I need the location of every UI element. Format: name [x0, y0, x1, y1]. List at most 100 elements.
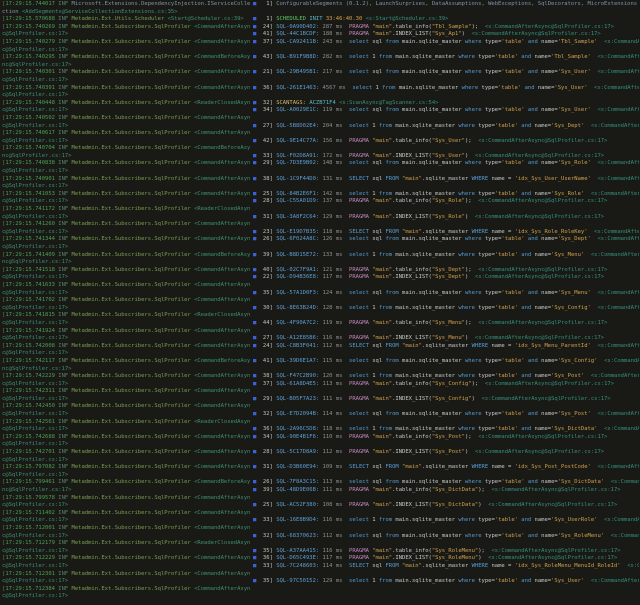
log-line: ■ 29] SQL-7D3E9B02: 148 ms select sql fr…: [253, 160, 639, 168]
log-line: [17:29:15.740279 INF Metadmin.Ext.Subscr…: [2, 39, 252, 54]
log-line: [17:29:15.742688 INF Metadmin.Ext.Subscr…: [2, 434, 252, 449]
log-line: ■ 30] SQL-8E63B24D: 128 ms select 1 from…: [253, 305, 639, 313]
log-line: ■ 28] SQL-C55A01D9: 137 ms PRAGMA "main"…: [253, 198, 639, 206]
log-line: [17:29:15.740901 INF Metadmin.Ext.Subscr…: [2, 176, 252, 191]
log-line: ■ 28] SQL-5C17D8A9: 112 ms PRAGMA "main"…: [253, 449, 639, 457]
log-line: ■ 33] SQL-7C248603: 114 ms SELECT sql FR…: [253, 563, 639, 571]
log-line: [253, 457, 639, 465]
log-line: [17:29:15.742450 INF Metadmin.Ext.Subscr…: [2, 403, 252, 418]
log-line: ■ 32] SCANTAGS: ACZB71F4 <s:ScanAsync@Ta…: [253, 100, 639, 108]
log-line: ■ 25] SQL-84B2E6F1: 142 ms select 1 from…: [253, 191, 639, 199]
log-line: [17:29:15.741344 INF Metadmin.Ext.Subscr…: [2, 236, 252, 251]
log-line: ■ 31] SQL-3A8F2C64: 129 ms PRAGMA "main"…: [253, 214, 639, 222]
log-line: ■ 36] SQL-261E1463: 4567 ms select 1 fro…: [253, 85, 639, 93]
log-line: [17:29:15.742701 INF Metadmin.Ext.Subscr…: [2, 449, 252, 464]
log-line: ■ 31] SQL-D3B60E94: 109 ms SELECT sql FR…: [253, 464, 639, 472]
log-line: [17:29:15.712229 INF Metadmin.Ext.Subscr…: [2, 555, 252, 570]
log-line: ■ 41] SQL-39D6E1A7: 115 ms select sql fr…: [253, 358, 639, 366]
log-line: ■ 24] SQL-C8B3F041: 112 ms SELECT sql FR…: [253, 343, 639, 351]
log-line: [253, 62, 639, 70]
log-line: ■ 29] SQL-B05F7A23: 111 ms PRAGMA "main"…: [253, 396, 639, 404]
log-line: [253, 328, 639, 336]
log-line: ■ 38] SQL-F47C2B90: 120 ms select 1 from…: [253, 373, 639, 381]
log-line: ■ 32] SQL-E7D2094B: 114 ms select sql fr…: [253, 411, 639, 419]
log-line: [253, 115, 639, 123]
log-line: ■ 37] SQL-CA92411B: 243 ms select sql fr…: [253, 39, 639, 47]
log-line: [17:29:15.712179 INF Metadmin.Ext.Subscr…: [2, 540, 252, 555]
log-line: ■ 35] SQL-57A1D0F3: 124 ms select sql fr…: [253, 290, 639, 298]
log-line: [17:29:15.742561 INF Metadmin.Ext.Subscr…: [2, 419, 252, 434]
log-line: [253, 206, 639, 214]
log-line: [253, 130, 639, 138]
log-line: ■ 23] SQL-E19D7B35: 118 ms SELECT sql FR…: [253, 229, 639, 237]
log-line: [17:29:15.740448 INF Metadmin.Ext.Subscr…: [2, 100, 252, 115]
log-line: [17:29:15.740704 INF Metadmin.Ext.Subscr…: [2, 145, 252, 160]
log-line: [17:29:15.711402 INF Metadmin.Ext.Subscr…: [2, 510, 252, 525]
log-line: [17:29:15.741409 INF Metadmin.Ext.Subscr…: [2, 252, 252, 267]
log-line: [17:29:15.741053 INF Metadmin.Ext.Subscr…: [2, 191, 252, 206]
right-log-pane[interactable]: ■ 1] ConfigurableSegments (0.1.2), Launc…: [253, 1, 639, 605]
log-line: ■ 1] SCHEDULED INIT 33:46:40.30 <s:Start…: [253, 16, 639, 24]
log-line: [17:29:15.740295 INF Metadmin.Ext.Subscr…: [2, 54, 252, 69]
log-line: [253, 282, 639, 290]
log-line: [17:29:15.742311 INF Metadmin.Ext.Subscr…: [2, 388, 252, 403]
log-line: [253, 350, 639, 358]
log-line: [253, 419, 639, 427]
log-line: [253, 168, 639, 176]
log-line: [17:29:15.744017 INF Microsoft.Extension…: [2, 1, 252, 16]
log-line: ■ 37] SQL-61A8D4E5: 113 ms PRAGMA "main"…: [253, 381, 639, 389]
log-line: [17:29:15.740301 INF Metadmin.Ext.Subscr…: [2, 69, 252, 84]
left-log-pane[interactable]: [17:29:15.744017 INF Microsoft.Extension…: [2, 1, 252, 605]
log-line: ■ 35] SQL-A37AA415: 116 ms PRAGMA "main"…: [253, 548, 639, 556]
log-line: [253, 472, 639, 480]
log-line: [17:29:15.742229 INF Metadmin.Ext.Subscr…: [2, 373, 252, 388]
log-line: ■ 36] SQL-2A96C5D8: 118 ms select 1 from…: [253, 426, 639, 434]
log-line: ■ 34] SQL-90E4B1F6: 110 ms PRAGMA "main"…: [253, 434, 639, 442]
log-line: [17:29:15.797082 INF Metadmin.Ext.Subscr…: [2, 464, 252, 479]
log-line: ■ 39] SQL-48D9E06B: 111 ms PRAGMA "main"…: [253, 487, 639, 495]
log-line: [17:29:15.741924 INF Metadmin.Ext.Subscr…: [2, 328, 252, 343]
log-line: [17:29:15.570688 INF Metadmin.Ext.Utils.…: [2, 16, 252, 24]
log-line: [17:29:15.740391 INF Metadmin.Ext.Subscr…: [2, 85, 252, 100]
log-line: [17:29:15.741815 INF Metadmin.Ext.Subscr…: [2, 312, 252, 327]
log-line: ■ 43] SQL-B91F9B8D: 282 ms select 1 from…: [253, 54, 639, 62]
log-line: [17:29:15.741518 INF Metadmin.Ext.Subscr…: [2, 267, 252, 282]
log-line: [253, 244, 639, 252]
log-line: [17:29:15.740269 INF Metadmin.Ext.Subscr…: [2, 24, 252, 39]
log-line: [253, 221, 639, 229]
log-line: [253, 441, 639, 449]
log-line: ■ 36] SQL-D65C493E: 117 ms PRAGMA "main"…: [253, 555, 639, 563]
log-line: ■ 25] SQL-AC52F380: 108 ms PRAGMA "main"…: [253, 502, 639, 510]
log-line: ■ 32] SQL-68370623: 112 ms select sql fr…: [253, 533, 639, 541]
log-line: ■ 40] SQL-02C7F9A1: 121 ms PRAGMA "main"…: [253, 267, 639, 275]
log-line: [253, 183, 639, 191]
log-line: ■ 24] SQL-0A90D402: 287 ms PRAGMA "main"…: [253, 24, 639, 32]
log-line: [17:29:15.741172 INF Metadmin.Ext.Subscr…: [2, 206, 252, 221]
log-line: [253, 540, 639, 548]
log-line: [253, 259, 639, 267]
log-line: ■ 34] SQL-A0029E1C: 119 ms select sql fr…: [253, 107, 639, 115]
log-line: [17:29:15.740838 INF Metadmin.Ext.Subscr…: [2, 160, 252, 175]
log-line: [17:29:15.741633 INF Metadmin.Ext.Subscr…: [2, 282, 252, 297]
log-line: ■ 27] SQL-A12E85B6: 116 ms PRAGMA "main"…: [253, 335, 639, 343]
log-line: [17:29:15.799461 INF Metadmin.Ext.Subscr…: [2, 479, 252, 494]
log-line: [253, 525, 639, 533]
terminal-log-viewer: [17:29:15.744017 INF Microsoft.Extension…: [0, 0, 640, 605]
log-line: ■ 42] SQL-9E14C77A: 156 ms PRAGMA "main"…: [253, 138, 639, 146]
log-line: [17:29:15.799578 INF Metadmin.Ext.Subscr…: [2, 495, 252, 510]
log-line: ■ 26] SQL-7F8A3C15: 113 ms select sql fr…: [253, 479, 639, 487]
log-line: [253, 312, 639, 320]
log-line: [253, 366, 639, 374]
log-line: [253, 586, 639, 594]
log-line: [253, 77, 639, 85]
log-line: ■ 41] SQL-44C1BCDF: 188 ms PRAGMA "main"…: [253, 31, 639, 39]
log-line: [17:29:15.742008 INF Metadmin.Ext.Subscr…: [2, 343, 252, 358]
log-line: ■ 39] SQL-B8D15E72: 133 ms select 1 from…: [253, 252, 639, 260]
log-line: [253, 145, 639, 153]
log-line: ■ 26] SQL-6F024A8C: 126 ms select sql fr…: [253, 236, 639, 244]
log-line: ■ 21] SQL-29B495B1: 217 ms select sql fr…: [253, 69, 639, 77]
log-line: [253, 388, 639, 396]
log-line: [253, 403, 639, 411]
log-line: [253, 510, 639, 518]
log-line: ■ 33] SQL-16E8B9D4: 116 ms select 1 from…: [253, 517, 639, 525]
